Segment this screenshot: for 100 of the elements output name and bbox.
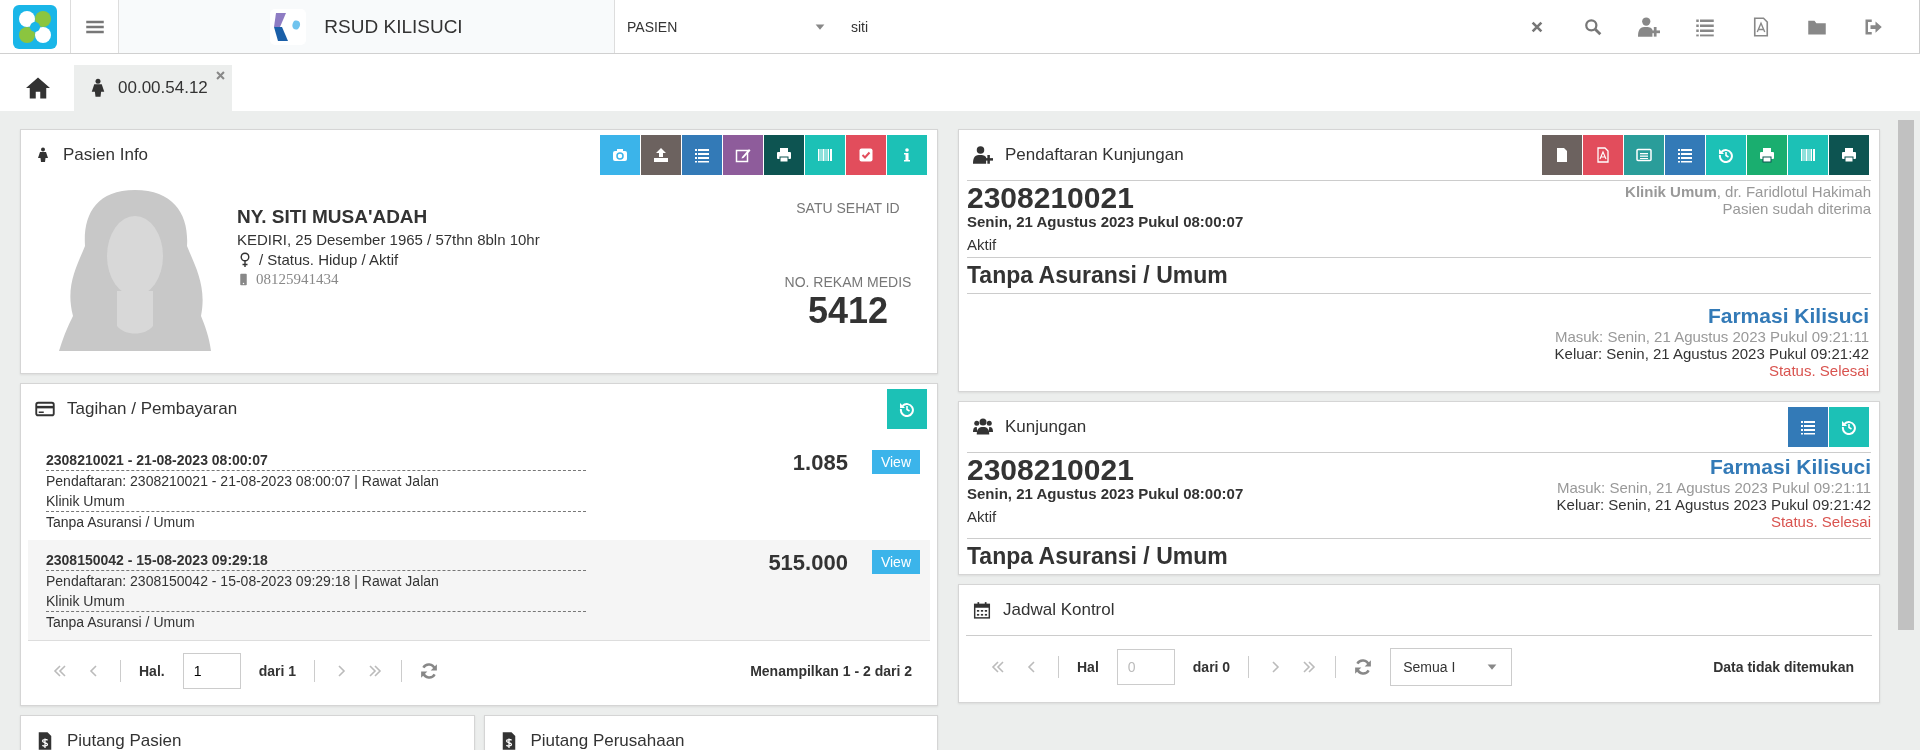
list-button[interactable] — [1665, 135, 1705, 175]
list-card-icon — [1636, 147, 1652, 163]
page-label: Hal — [1077, 659, 1099, 675]
scrollbar-thumb[interactable] — [1898, 120, 1914, 630]
payer-name: Tanpa Asuransi / Umum — [966, 261, 1229, 290]
close-icon — [1530, 19, 1544, 34]
visit-status: Aktif — [967, 507, 998, 525]
pdf-button[interactable] — [1583, 135, 1623, 175]
print-button[interactable] — [764, 135, 804, 175]
page-input[interactable]: 0 — [1116, 649, 1175, 685]
medical-record-number: 5412 — [807, 290, 889, 332]
double-chevron-right-icon — [1301, 659, 1318, 675]
pdf-file-icon — [1751, 16, 1771, 37]
payer-name: Tanpa Asuransi / Umum — [46, 513, 196, 532]
card-title: Pasien Info — [63, 145, 149, 165]
card-title: Kunjungan — [1005, 417, 1087, 437]
history-icon — [899, 401, 915, 417]
list-icon — [1677, 147, 1693, 163]
last-page-button[interactable] — [1301, 659, 1318, 675]
refresh-button[interactable] — [420, 662, 439, 680]
entry-time: Masuk: Senin, 21 Agustus 2023 Pukul 09:21:11 — [1554, 328, 1869, 345]
unit-status: Status. Selesai — [1768, 362, 1869, 379]
pager-summary: Menampilkan 1 - 2 dari 2 — [750, 663, 912, 679]
exit-time: Keluar: Senin, 21 Agustus 2023 Pukul 09:21:42 — [1554, 345, 1869, 362]
pager-summary: Data tidak ditemukan — [1713, 659, 1854, 675]
double-chevron-right-icon — [367, 663, 384, 679]
first-page-button[interactable] — [990, 659, 1006, 675]
edit-icon — [735, 147, 751, 163]
card-title: Tagihan / Pembayaran — [67, 399, 238, 419]
registration-info: Pendaftaran: 2308150042 - 15-08-2023 09:29:18 | Rawat Jalan — [46, 572, 440, 591]
card-title: Jadwal Kontrol — [1003, 600, 1115, 620]
check-button[interactable] — [846, 135, 886, 175]
search-field[interactable]: siti — [851, 18, 869, 35]
home-icon — [26, 76, 50, 100]
first-page-button[interactable] — [52, 663, 68, 679]
bill-header: 2308150042 - 15-08-2023 09:29:18 — [46, 550, 586, 571]
clinic-name: Klinik Umum — [46, 491, 586, 512]
card-title: Pendaftaran Kunjungan — [1005, 145, 1184, 165]
calendar-icon — [973, 601, 991, 619]
patient-name: NY. SITI MUSA'ADAH — [237, 206, 429, 228]
close-tab-button[interactable] — [214, 70, 226, 81]
print-button[interactable] — [1829, 135, 1869, 175]
barcode-icon — [817, 147, 833, 163]
list-icon — [694, 147, 710, 163]
visit-number: 2308210021 — [967, 455, 1135, 485]
bill-amount: 515.000 — [768, 550, 848, 575]
entry-time: Masuk: Senin, 21 Agustus 2023 Pukul 09:21:11 — [1556, 479, 1871, 496]
printer-icon — [1841, 147, 1857, 163]
payer-name: Tanpa Asuransi / Umum — [46, 613, 196, 632]
clinic-name: Klinik Umum — [46, 591, 586, 612]
card-button[interactable] — [1624, 135, 1664, 175]
phone-icon — [237, 273, 250, 286]
refresh-button[interactable] — [1354, 658, 1373, 676]
page-input[interactable]: 1 — [182, 653, 241, 689]
document-icon — [1554, 147, 1570, 163]
birth-info: KEDIRI, 25 Desember 1965 / 57thn 8bln 10hr — [237, 231, 541, 248]
refresh-icon — [1354, 658, 1373, 676]
satu-sehat-label: SATU SEHAT ID — [796, 200, 900, 216]
search-icon — [1584, 17, 1602, 36]
app-logo-icon[interactable] — [13, 4, 57, 49]
phone-number: 08125941434 — [256, 271, 339, 288]
upload-button[interactable] — [641, 135, 681, 175]
exit-time: Keluar: Senin, 21 Agustus 2023 Pukul 09:21:42 — [1556, 496, 1871, 513]
page-label: Hal. — [139, 663, 165, 679]
card-title: Piutang Perusahaan — [530, 731, 685, 750]
app-title: RSUD KILISUCI — [324, 15, 463, 38]
history-button[interactable] — [887, 389, 927, 429]
person-icon — [35, 147, 51, 163]
checkbox-icon — [858, 147, 874, 163]
bill-amount: 1.085 — [792, 450, 848, 475]
refresh-icon — [420, 662, 439, 680]
list-button[interactable] — [682, 135, 722, 175]
patient-status: / Status. Hidup / Aktif — [259, 251, 399, 268]
clinic-doctor: Klinik Umum, dr. Faridlotul Hakimah — [1625, 183, 1871, 200]
add-user-icon — [973, 145, 993, 165]
hospital-logo-icon — [270, 8, 307, 45]
registration-status: Aktif — [967, 235, 998, 253]
barcode-icon — [1800, 147, 1816, 163]
visit-date: Senin, 21 Agustus 2023 Pukul 08:00:07 — [967, 485, 1244, 502]
edit-button[interactable] — [723, 135, 763, 175]
patient-tab[interactable]: 00.00.54.12 — [74, 65, 232, 111]
add-user-icon — [1638, 15, 1660, 38]
document-button[interactable] — [1542, 135, 1582, 175]
history-button[interactable] — [1706, 135, 1746, 175]
list-button[interactable] — [1788, 407, 1828, 447]
unit-name: Farmasi Kilisuci — [1707, 304, 1869, 328]
card-title: Piutang Pasien — [67, 731, 182, 750]
acceptance-note: Pasien sudah diterima — [1722, 200, 1871, 217]
payer-name: Tanpa Asuransi / Umum — [966, 542, 1229, 571]
page-count: dari 1 — [258, 663, 297, 679]
last-page-button[interactable] — [367, 663, 384, 679]
history-button[interactable] — [1829, 407, 1869, 447]
filter-dropdown[interactable]: Semua I — [1390, 648, 1513, 686]
printer-icon — [776, 147, 792, 163]
printer-icon — [1759, 147, 1775, 163]
double-chevron-left-icon — [990, 659, 1006, 675]
pdf-file-icon — [1595, 147, 1611, 163]
registration-number: 2308210021 — [967, 183, 1135, 213]
upload-icon — [653, 147, 669, 163]
registration-info: Pendaftaran: 2308210021 - 21-08-2023 08:00:07 | Rawat Jalan — [46, 472, 440, 491]
